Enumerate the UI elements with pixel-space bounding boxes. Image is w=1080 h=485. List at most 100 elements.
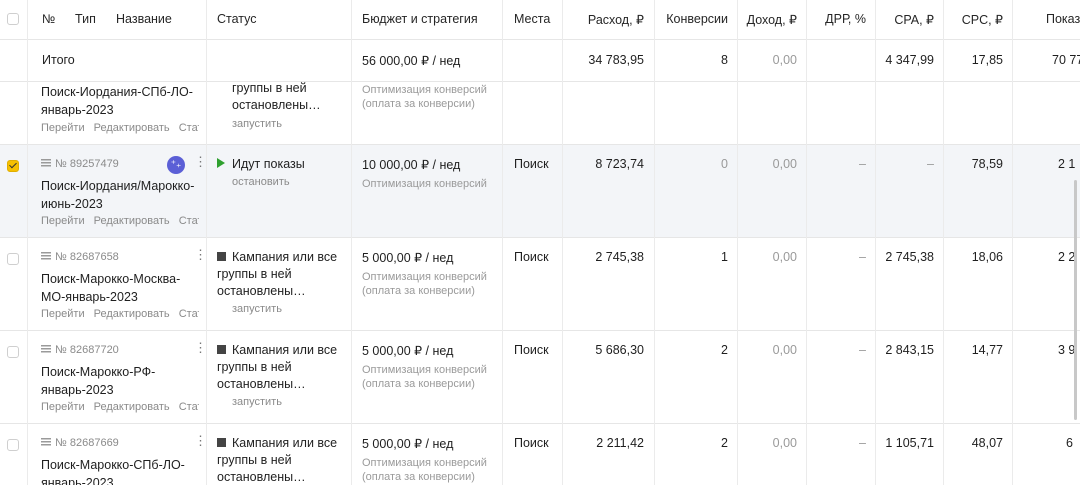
column-divider <box>502 0 503 485</box>
budget-value[interactable]: 10 000,00 ₽ / нед <box>362 157 460 172</box>
header-number[interactable]: № <box>42 12 55 26</box>
total-label: Итого <box>42 53 75 67</box>
cpa-value: 1 105,71 <box>885 436 934 450</box>
status-text: группы в ней остановлены… <box>232 81 321 112</box>
total-budget: 56 000,00 ₽ / нед <box>362 54 461 68</box>
strategy-text: Оптимизация конверсий (оплата за конверс… <box>362 457 487 483</box>
budget-value[interactable]: 5 000,00 ₽ / нед <box>362 343 453 358</box>
go-link[interactable]: Перейти <box>41 122 85 134</box>
total-impressions: 70 77 <box>1052 53 1080 67</box>
table-row: Поиск-Иордания-СПб-ЛО-январь-2023 Перейт… <box>0 81 1080 145</box>
column-divider <box>654 0 655 485</box>
start-link[interactable]: запустить <box>232 396 282 408</box>
header-impressions[interactable]: Показ <box>1046 12 1080 26</box>
cpc-value: 48,07 <box>971 436 1003 450</box>
impressions-value: 2 2 <box>1058 250 1076 264</box>
row-links: Перейти Редактировать Стати <box>41 215 199 227</box>
sparkle-badge-icon[interactable]: ⁺₊ <box>167 156 185 174</box>
text-campaign-icon <box>41 159 51 168</box>
table-row[interactable]: № 82687720 ⋮ Поиск-Марокко-РФ-январь-202… <box>0 331 1080 424</box>
place-value: Поиск <box>514 250 549 264</box>
campaign-name-link[interactable]: Поиск-Иордания/Марокко-июнь-2023 <box>41 177 201 213</box>
header-drr[interactable]: ДРР, % <box>825 12 866 26</box>
column-divider <box>875 0 876 485</box>
vertical-scrollbar[interactable] <box>1074 180 1077 420</box>
table-row[interactable]: № 82687658 ⋮ Поиск-Марокко-Москва-МО-янв… <box>0 238 1080 331</box>
campaign-name-link[interactable]: Поиск-Марокко-РФ-январь-2023 <box>41 363 201 399</box>
status-text: Кампания или все группы в ней остановлен… <box>217 250 338 298</box>
spend-value: 5 686,30 <box>595 343 644 357</box>
stats-link[interactable]: Стати <box>179 401 199 413</box>
header-budget[interactable]: Бюджет и стратегия <box>362 12 478 26</box>
text-campaign-icon <box>41 345 51 354</box>
drr-value: – <box>859 157 866 171</box>
row-links: Перейти Редактировать Стати <box>41 308 199 320</box>
text-campaign-icon <box>41 438 51 447</box>
text-campaign-icon <box>41 252 51 261</box>
status-cell: Кампания или все группы в ней остановлен… <box>217 435 345 485</box>
income-value: 0,00 <box>772 157 797 171</box>
header-name[interactable]: Название <box>116 12 172 26</box>
header-conversions[interactable]: Конверсии <box>666 12 728 26</box>
header-cpc[interactable]: CPC, ₽ <box>962 12 1003 27</box>
row-checkbox[interactable] <box>7 346 19 358</box>
stop-link[interactable]: остановить <box>232 176 290 188</box>
row-checkbox[interactable] <box>7 439 19 451</box>
header-status[interactable]: Статус <box>217 12 257 26</box>
drr-value: – <box>859 250 866 264</box>
budget-value[interactable]: 5 000,00 ₽ / нед <box>362 250 453 265</box>
row-checkbox[interactable] <box>7 160 19 172</box>
campaign-name-link[interactable]: Поиск-Иордания-СПб-ЛО-январь-2023 <box>41 83 201 119</box>
stats-link[interactable]: Стати <box>179 122 199 134</box>
table-header: № Тип Название Статус Бюджет и стратегия… <box>0 0 1080 40</box>
spend-value: 2 745,38 <box>595 250 644 264</box>
stats-link[interactable]: Стати <box>179 308 199 320</box>
total-cpc: 17,85 <box>971 53 1003 67</box>
header-cpa[interactable]: CPA, ₽ <box>894 12 934 27</box>
column-divider <box>27 0 28 485</box>
cpc-value: 18,06 <box>971 250 1003 264</box>
budget-value[interactable]: 5 000,00 ₽ / нед <box>362 436 453 451</box>
play-icon <box>217 158 225 168</box>
strategy-text: Оптимизация конверсий <box>362 178 487 190</box>
drr-value: – <box>859 436 866 450</box>
campaign-name-link[interactable]: Поиск-Марокко-СПб-ЛО-январь-2023 <box>41 456 201 485</box>
campaign-id: № 82687669 <box>41 437 119 449</box>
place-value: Поиск <box>514 157 549 171</box>
cpc-value: 14,77 <box>971 343 1003 357</box>
header-places[interactable]: Места <box>514 12 550 26</box>
header-income[interactable]: Доход, ₽ <box>747 12 797 27</box>
campaign-name-link[interactable]: Поиск-Марокко-Москва-МО-январь-2023 <box>41 270 201 306</box>
start-link[interactable]: запустить <box>232 118 282 130</box>
edit-link[interactable]: Редактировать <box>94 308 170 320</box>
strategy-text: Оптимизация конверсий (оплата за конверс… <box>362 271 487 297</box>
header-spend[interactable]: Расход, ₽ <box>588 12 644 27</box>
select-all-checkbox[interactable] <box>7 13 19 25</box>
start-link[interactable]: запустить <box>232 303 282 315</box>
row-checkbox[interactable] <box>7 253 19 265</box>
row-links: Перейти Редактировать Стати <box>41 401 199 413</box>
status-cell: Идут показы <box>217 156 345 173</box>
go-link[interactable]: Перейти <box>41 308 85 320</box>
total-cpa: 4 347,99 <box>885 53 934 67</box>
table-row[interactable]: № 89257479 ⁺₊ ⋮ Поиск-Иордания/Марокко-и… <box>0 145 1080 238</box>
column-divider <box>737 0 738 485</box>
column-divider <box>351 0 352 485</box>
column-divider <box>806 0 807 485</box>
place-value: Поиск <box>514 343 549 357</box>
header-type[interactable]: Тип <box>75 12 96 26</box>
edit-link[interactable]: Редактировать <box>94 215 170 227</box>
go-link[interactable]: Перейти <box>41 401 85 413</box>
table-row[interactable]: № 82687669 ⋮ Поиск-Марокко-СПб-ЛО-январь… <box>0 424 1080 485</box>
edit-link[interactable]: Редактировать <box>94 122 170 134</box>
income-value: 0,00 <box>772 250 797 264</box>
go-link[interactable]: Перейти <box>41 215 85 227</box>
status-cell: Кампания или все группы в ней остановлен… <box>217 342 345 393</box>
status-text: Кампания или все группы в ней остановлен… <box>217 436 338 484</box>
edit-link[interactable]: Редактировать <box>94 401 170 413</box>
drr-value: – <box>859 343 866 357</box>
total-conversions: 8 <box>721 53 728 67</box>
stop-square-icon <box>217 438 226 447</box>
stats-link[interactable]: Стати <box>179 215 199 227</box>
spend-value: 8 723,74 <box>595 157 644 171</box>
